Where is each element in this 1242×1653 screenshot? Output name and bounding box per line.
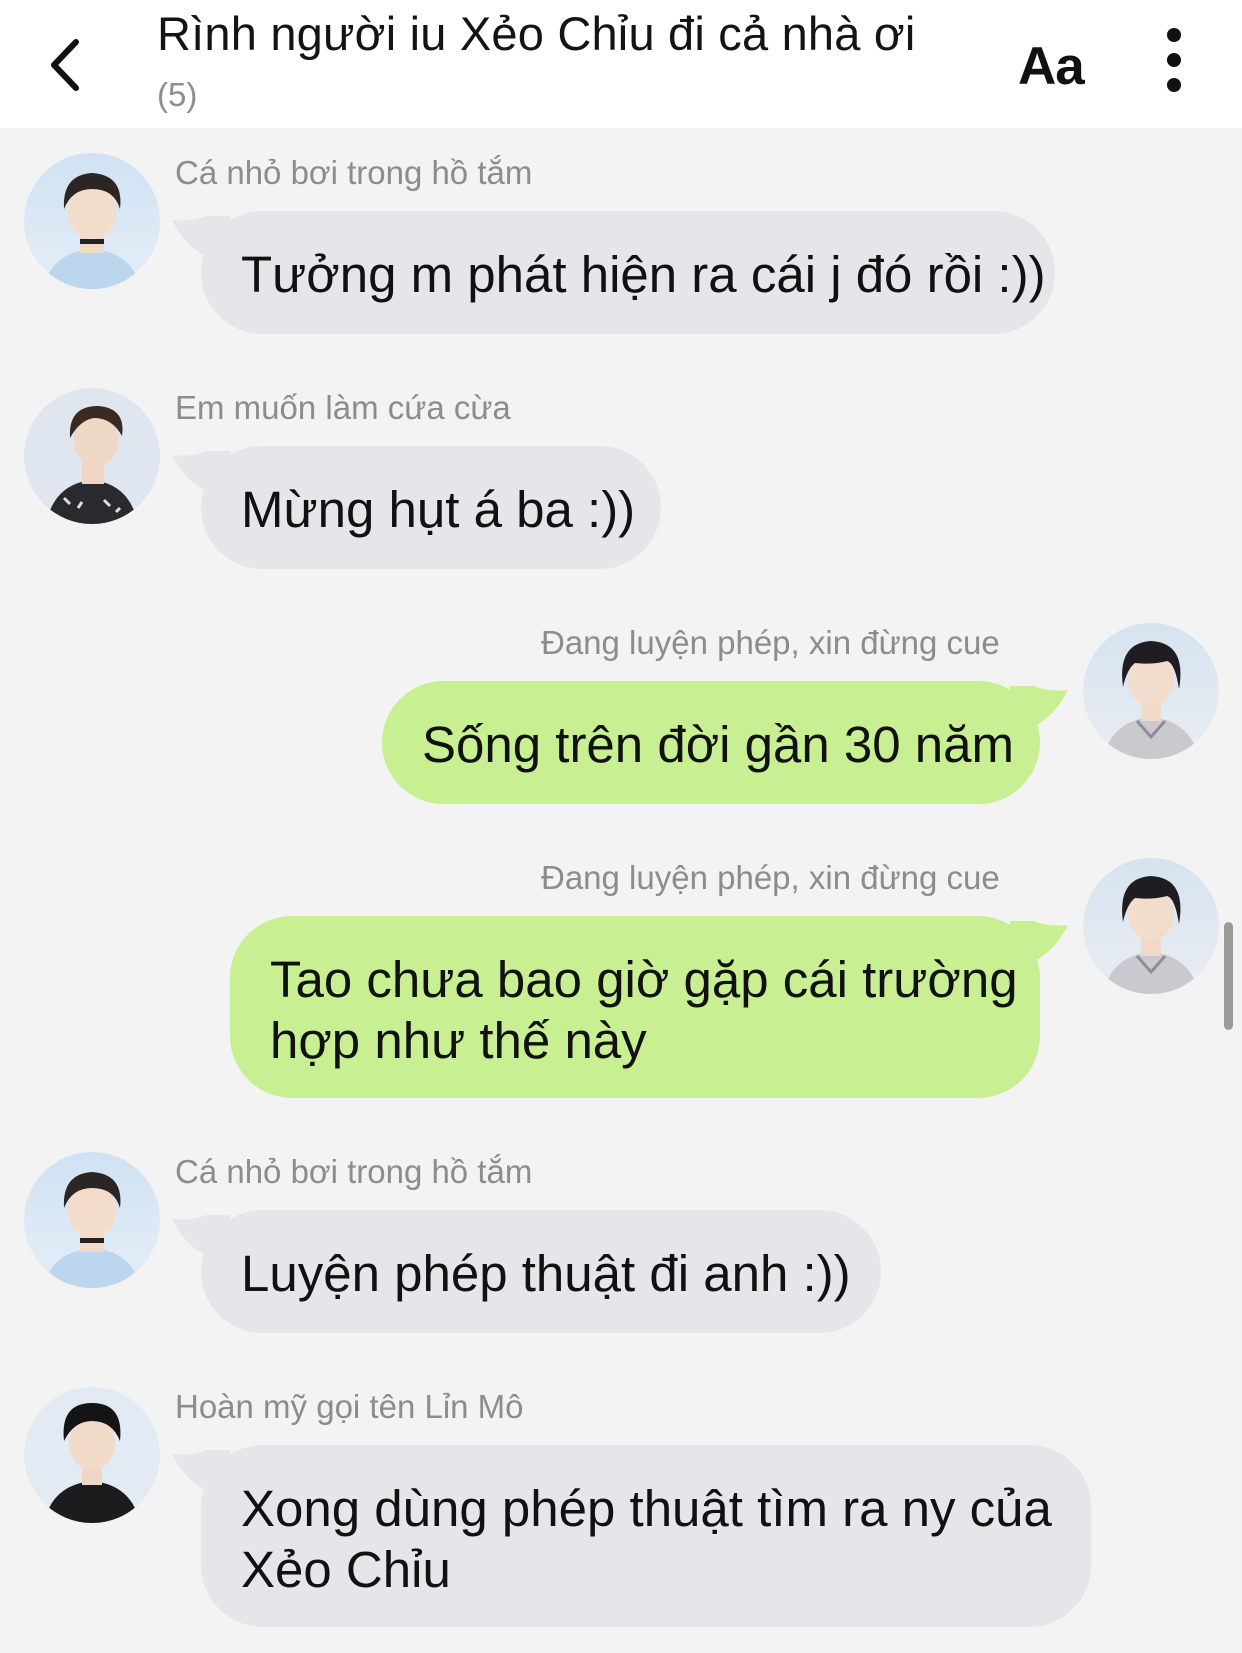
avatar[interactable] [24, 153, 160, 289]
avatar[interactable] [24, 1387, 160, 1523]
member-count: (5) [157, 76, 198, 113]
message-bubble[interactable]: Luyện phép thuật đi anh :)) [201, 1210, 881, 1333]
message-bubble[interactable]: Tưởng m phát hiện ra cái j đó rồi :)) [201, 211, 1055, 334]
sender-name: Cá nhỏ bơi trong hồ tắm [175, 1153, 533, 1190]
sender-name: Đang luyện phép, xin đừng cue [541, 859, 1000, 896]
avatar[interactable] [1083, 623, 1219, 759]
sender-name: Em muốn làm cứa cừa [175, 389, 511, 426]
sender-name: Đang luyện phép, xin đừng cue [541, 624, 1000, 661]
chat-header: Rình người iu Xẻo Chỉu đi cả nhà ơi (5) … [0, 0, 1242, 128]
back-arrow-icon[interactable] [44, 36, 88, 94]
more-options-icon[interactable] [1160, 28, 1188, 98]
avatar[interactable] [24, 1152, 160, 1288]
scrollbar[interactable] [1224, 922, 1233, 1030]
message-line: hợp như thế này [270, 1012, 647, 1069]
chat-title: Rình người iu Xẻo Chỉu đi cả nhà ơi [157, 7, 916, 60]
avatar[interactable] [1083, 858, 1219, 994]
sender-name: Cá nhỏ bơi trong hồ tắm [175, 154, 533, 191]
message-line: Xẻo Chỉu [241, 1541, 451, 1598]
font-size-button[interactable]: Aa [1018, 36, 1085, 97]
message-bubble[interactable]: Xong dùng phép thuật tìm ra ny của Xẻo C… [201, 1445, 1091, 1627]
message-bubble[interactable]: Mừng hụt á ba :)) [201, 446, 661, 569]
message-line: Tao chưa bao giờ gặp cái trường [270, 951, 1018, 1008]
message-bubble[interactable]: Tao chưa bao giờ gặp cái trường hợp như … [230, 916, 1040, 1098]
message-line: Xong dùng phép thuật tìm ra ny của [241, 1480, 1052, 1537]
message-bubble[interactable]: Sống trên đời gần 30 năm [382, 681, 1040, 804]
sender-name: Hoàn mỹ gọi tên Lỉn Mô [175, 1388, 524, 1425]
avatar[interactable] [24, 388, 160, 524]
